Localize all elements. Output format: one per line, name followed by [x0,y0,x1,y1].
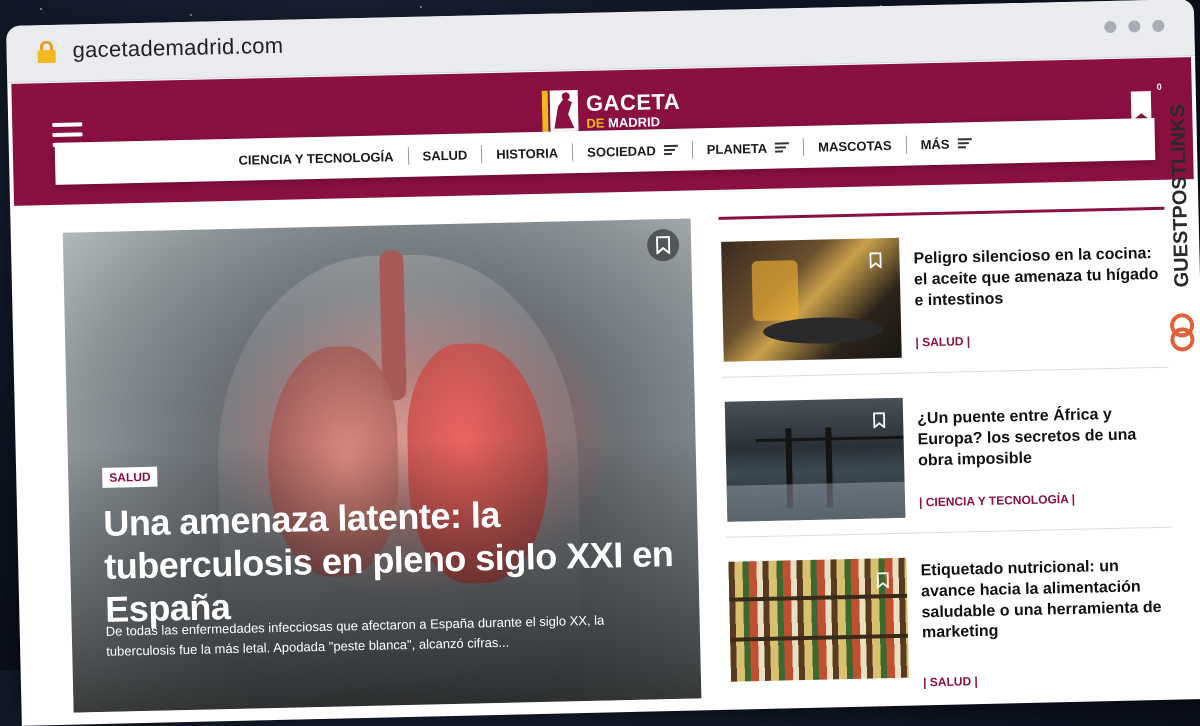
hero-article[interactable]: SALUD Una amenaza latente: la tuberculos… [62,218,702,713]
logo-line1: GACETA [585,88,681,116]
article-title[interactable]: Peligro silencioso en la cocina: el acei… [913,244,1166,312]
lines-menu-icon[interactable] [957,136,972,150]
article-category-tag[interactable]: | CIENCIA Y TECNOLOGÍA | [919,492,1075,510]
bookmark-icon [655,235,671,255]
thumbnail-bookmark-button[interactable] [867,408,892,433]
logo-mark-icon [541,90,579,133]
side-article: ¿Un puente entre África y Europa? los se… [722,382,1172,538]
section-divider [718,206,1165,220]
hero-category-tag[interactable]: SALUD [102,466,158,488]
nav-item[interactable]: Salud [408,147,481,164]
side-article: Etiquetado nutricional: un avance hacia … [726,542,1175,689]
nav-item-label: Sociedad [587,142,656,160]
article-thumbnail[interactable] [724,397,906,522]
window-dot[interactable] [1104,20,1117,34]
window-controls [1104,19,1165,34]
window-dot[interactable] [1152,19,1165,32]
url-text[interactable]: gacetademadrid.com [72,33,283,64]
window-dot[interactable] [1128,20,1141,33]
svg-text:GUESTPOSTLINKS: GUESTPOSTLINKS [1167,104,1193,288]
side-article: Peligro silencioso en la cocina: el acei… [719,222,1169,378]
thumbnail-bookmark-button[interactable] [863,248,888,273]
nav-item-label: Más [920,136,950,152]
nav-item[interactable]: Ciencia y Tecnología [224,148,407,168]
nav-item-label: Planeta [706,140,768,157]
nav-item[interactable]: Planeta [693,139,804,157]
bookmark-icon [869,252,882,269]
nav-item[interactable]: Historia [482,145,572,162]
thumbnail-bookmark-button[interactable] [871,568,896,593]
article-category-tag[interactable]: | SALUD | [915,334,970,349]
nav-item-label: Historia [496,145,559,162]
article-category-tag[interactable]: | SALUD | [923,674,978,689]
nav-item[interactable]: Más [906,135,985,152]
nav-item[interactable]: Mascotas [804,137,906,154]
nav-item[interactable]: Sociedad [573,142,692,160]
guestpostlinks-watermark: GUESTPOSTLINKS [1167,104,1195,352]
nav-item-label: Mascotas [818,137,892,155]
bookmark-icon [873,412,886,429]
nav-item-label: Salud [422,147,468,164]
lines-menu-icon[interactable] [775,140,790,154]
article-title[interactable]: Etiquetado nutricional: un avance hacia … [920,556,1174,645]
browser-window: gacetademadrid.com GACETA DE MADRID 0 CI… [6,0,1200,726]
nav-item-label: Ciencia y Tecnología [238,148,394,168]
bookmark-icon [876,572,889,589]
lines-menu-icon[interactable] [663,143,678,157]
article-thumbnail[interactable] [721,237,902,362]
article-title[interactable]: ¿Un puente entre África y Europa? los se… [917,404,1170,472]
logo-text: GACETA DE MADRID [585,88,681,131]
logo-line2: DE MADRID [586,113,661,131]
article-thumbnail[interactable] [728,557,910,682]
lock-icon [37,40,56,64]
